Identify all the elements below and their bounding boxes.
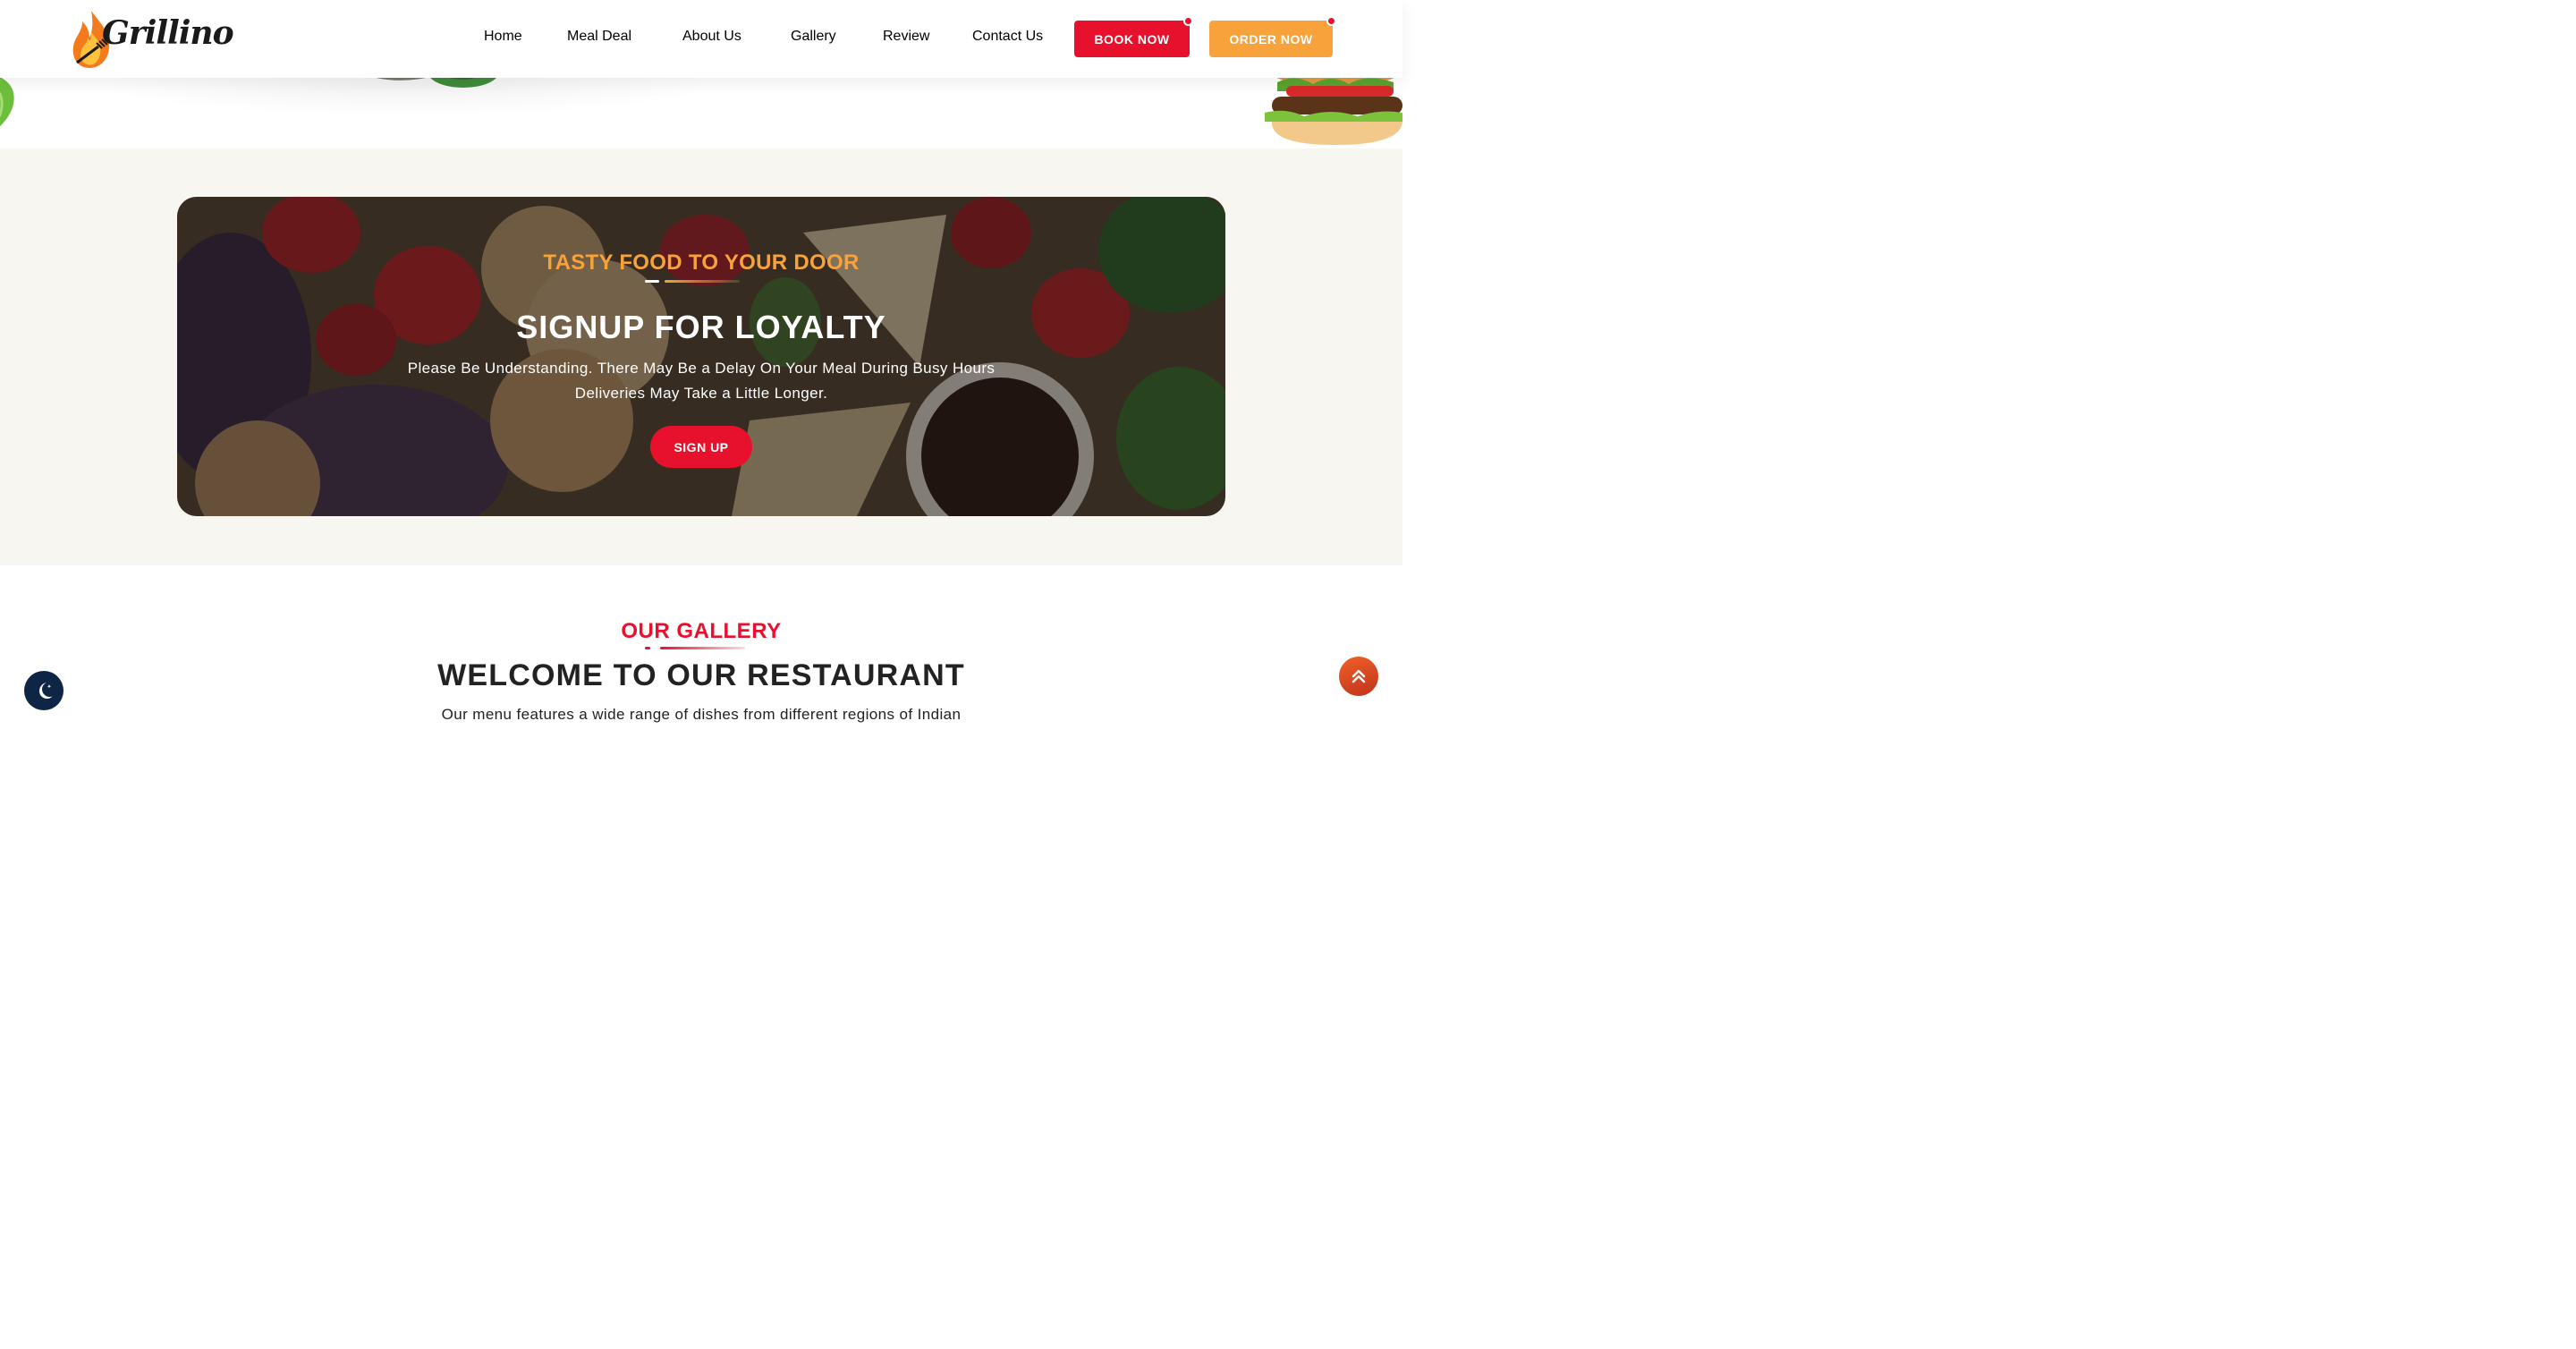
theme-toggle-button[interactable] xyxy=(24,671,64,710)
gallery-eyebrow: OUR GALLERY xyxy=(621,619,782,643)
loyalty-description: Please Be Understanding. There May Be a … xyxy=(378,356,1024,406)
lettuce-leaf-image xyxy=(0,77,14,127)
nav-review[interactable]: Review xyxy=(883,29,929,45)
loyalty-description-line-1: Please Be Understanding. There May Be a … xyxy=(407,360,996,377)
book-now-indicator-dot xyxy=(1183,16,1193,26)
order-now-button[interactable]: ORDER NOW xyxy=(1209,21,1333,57)
moon-icon xyxy=(39,683,53,699)
double-chevron-up-icon xyxy=(1352,669,1366,683)
sign-up-button[interactable]: SIGN UP xyxy=(650,426,752,468)
eyebrow-underline xyxy=(645,280,740,283)
loyalty-description-line-2: Deliveries May Take a Little Longer. xyxy=(574,385,828,402)
loyalty-eyebrow: TASTY FOOD TO YOUR DOOR xyxy=(543,250,860,275)
loyalty-section: TASTY FOOD TO YOUR DOOR SIGNUP FOR LOYAL… xyxy=(0,148,1402,565)
gallery-title: WELCOME TO OUR RESTAURANT xyxy=(437,658,965,692)
nav-about-us[interactable]: About Us xyxy=(682,29,741,45)
gallery-section: OUR GALLERY WELCOME TO OUR RESTAURANT Ou… xyxy=(0,565,1402,730)
order-now-indicator-dot xyxy=(1326,16,1336,26)
book-now-button[interactable]: BOOK NOW xyxy=(1074,21,1190,57)
nav-gallery[interactable]: Gallery xyxy=(791,29,836,45)
banner-content: TASTY FOOD TO YOUR DOOR SIGNUP FOR LOYAL… xyxy=(177,197,1225,516)
site-header: Grillino Home Meal Deal About Us Gallery… xyxy=(0,0,1402,78)
nav-home[interactable]: Home xyxy=(484,29,522,45)
nav-contact-us[interactable]: Contact Us xyxy=(972,29,1043,45)
loyalty-title: SIGNUP FOR LOYALTY xyxy=(516,309,886,345)
logo[interactable]: Grillino xyxy=(70,7,234,72)
nav-meal-deal[interactable]: Meal Deal xyxy=(567,29,631,45)
gallery-description: Our menu features a wide range of dishes… xyxy=(441,706,962,723)
loyalty-banner: TASTY FOOD TO YOUR DOOR SIGNUP FOR LOYAL… xyxy=(177,197,1225,516)
scroll-to-top-button[interactable] xyxy=(1339,657,1378,696)
brand-name: Grillino xyxy=(102,14,234,52)
gallery-eyebrow-underline xyxy=(645,647,745,649)
